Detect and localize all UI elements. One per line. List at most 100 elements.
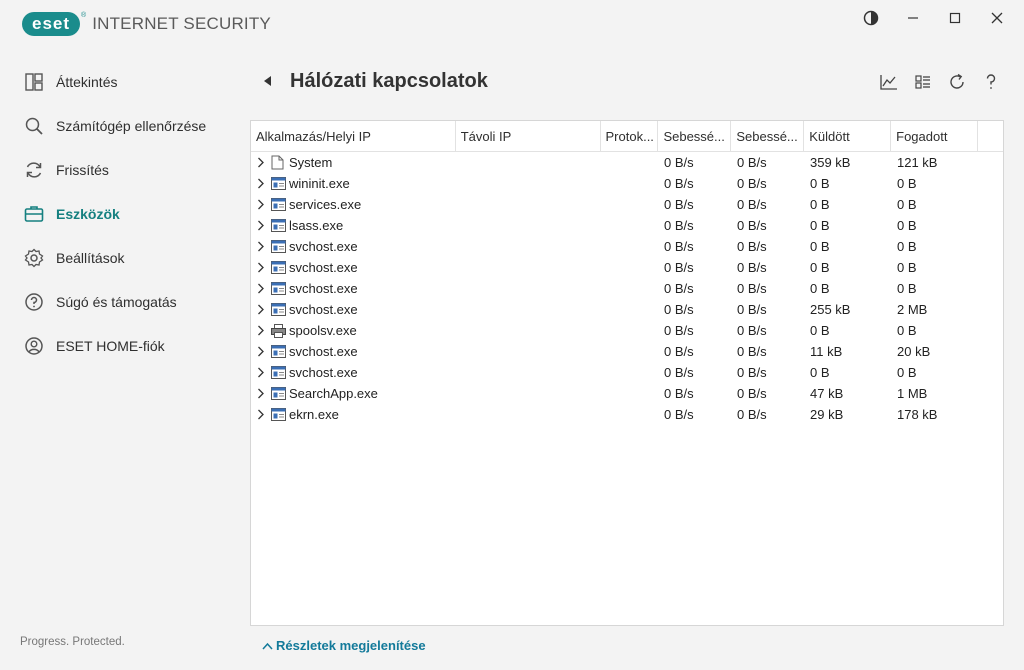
- cell-received: 0 B: [897, 281, 917, 296]
- sidebar-item-eset-home[interactable]: ESET HOME-fiók: [0, 324, 240, 368]
- cell-application: services.exe: [251, 197, 456, 212]
- cell-received: 2 MB: [897, 302, 928, 317]
- column-header-protocol[interactable]: Protok...: [601, 121, 659, 152]
- application-window-icon: [271, 177, 286, 191]
- table-row[interactable]: SearchApp.exe 0 B/s 0 B/s 47 kB 1 MB: [251, 383, 1003, 404]
- sidebar-item-settings[interactable]: Beállítások: [0, 236, 240, 280]
- close-button[interactable]: [976, 6, 1018, 30]
- table-row[interactable]: svchost.exe 0 B/s 0 B/s 0 B 0 B: [251, 257, 1003, 278]
- application-window-icon: [271, 408, 286, 422]
- cell-speed-out: 0 B/s: [737, 302, 767, 317]
- table-row[interactable]: svchost.exe 0 B/s 0 B/s 11 kB 20 kB: [251, 341, 1003, 362]
- table-row[interactable]: svchost.exe 0 B/s 0 B/s 255 kB 2 MB: [251, 299, 1003, 320]
- contrast-icon: [863, 10, 879, 26]
- application-window-icon: [271, 240, 286, 254]
- chevron-right-icon[interactable]: [257, 220, 267, 232]
- eset-logo: eset ® INTERNET SECURITY: [22, 12, 271, 36]
- chevron-right-icon[interactable]: [257, 325, 267, 337]
- connections-table: Alkalmazás/Helyi IP Távoli IP Protok... …: [250, 120, 1004, 626]
- chevron-right-icon[interactable]: [257, 304, 267, 316]
- cell-application: svchost.exe: [251, 281, 456, 296]
- table-row[interactable]: svchost.exe 0 B/s 0 B/s 0 B 0 B: [251, 278, 1003, 299]
- help-button[interactable]: [974, 70, 1008, 94]
- cell-sent: 0 B: [810, 218, 830, 233]
- column-header-speed-out[interactable]: Sebessé...: [731, 121, 805, 152]
- cell-speed-in: 0 B/s: [664, 218, 694, 233]
- help-icon: [24, 292, 44, 312]
- chevron-right-icon[interactable]: [257, 241, 267, 253]
- sidebar-item-label: Frissítés: [56, 162, 109, 178]
- table-row[interactable]: services.exe 0 B/s 0 B/s 0 B 0 B: [251, 194, 1003, 215]
- chevron-right-icon[interactable]: [257, 367, 267, 379]
- cell-speed-out: 0 B/s: [737, 218, 767, 233]
- sidebar-item-tools[interactable]: Eszközök: [0, 192, 240, 236]
- theme-toggle-button[interactable]: [850, 6, 892, 30]
- cell-application: svchost.exe: [251, 239, 456, 254]
- cell-sent: 0 B: [810, 260, 830, 275]
- refresh-button[interactable]: [940, 70, 974, 94]
- table-row[interactable]: ekrn.exe 0 B/s 0 B/s 29 kB 178 kB: [251, 404, 1003, 425]
- back-button[interactable]: [262, 72, 276, 90]
- sidebar-item-label: Beállítások: [56, 250, 125, 266]
- chevron-right-icon[interactable]: [257, 199, 267, 211]
- column-header-remote-ip[interactable]: Távoli IP: [456, 121, 601, 152]
- chevron-right-icon[interactable]: [257, 157, 267, 169]
- process-name: ekrn.exe: [289, 407, 339, 422]
- cell-received: 0 B: [897, 197, 917, 212]
- process-name: svchost.exe: [289, 344, 358, 359]
- cell-application: ekrn.exe: [251, 407, 456, 422]
- column-header-speed-in[interactable]: Sebessé...: [658, 121, 732, 152]
- chevron-right-icon[interactable]: [257, 388, 267, 400]
- process-name: SearchApp.exe: [289, 386, 378, 401]
- view-toggle-button[interactable]: [906, 70, 940, 94]
- process-name: spoolsv.exe: [289, 323, 357, 338]
- maximize-button[interactable]: [934, 6, 976, 30]
- minimize-button[interactable]: [892, 6, 934, 30]
- sidebar-item-label: Áttekintés: [56, 74, 118, 90]
- cell-received: 178 kB: [897, 407, 938, 422]
- gear-icon: [24, 248, 44, 268]
- sidebar-item-help[interactable]: Súgó és támogatás: [0, 280, 240, 324]
- window-controls: [850, 6, 1018, 30]
- table-row[interactable]: spoolsv.exe 0 B/s 0 B/s 0 B 0 B: [251, 320, 1003, 341]
- cell-speed-out: 0 B/s: [737, 344, 767, 359]
- question-icon: [986, 74, 996, 89]
- cell-sent: 0 B: [810, 323, 830, 338]
- sidebar-item-label: Eszközök: [56, 206, 120, 222]
- file-icon: [271, 155, 286, 170]
- sidebar-item-update[interactable]: Frissítés: [0, 148, 240, 192]
- chevron-right-icon[interactable]: [257, 346, 267, 358]
- cell-application: System: [251, 155, 456, 170]
- table-row[interactable]: lsass.exe 0 B/s 0 B/s 0 B 0 B: [251, 215, 1003, 236]
- cell-sent: 0 B: [810, 365, 830, 380]
- chevron-right-icon[interactable]: [257, 262, 267, 274]
- application-window-icon: [271, 345, 286, 359]
- sidebar-item-overview[interactable]: Áttekintés: [0, 60, 240, 104]
- cell-speed-out: 0 B/s: [737, 197, 767, 212]
- table-row[interactable]: System 0 B/s 0 B/s 359 kB 121 kB: [251, 152, 1003, 173]
- graph-button[interactable]: [872, 70, 906, 94]
- show-details-link[interactable]: Részletek megjelenítése: [262, 638, 426, 653]
- chevron-right-icon[interactable]: [257, 178, 267, 190]
- process-name: System: [289, 155, 333, 170]
- column-header-application[interactable]: Alkalmazás/Helyi IP: [251, 121, 456, 152]
- account-icon: [24, 336, 44, 356]
- column-header-sent[interactable]: Küldött: [804, 121, 892, 152]
- chevron-right-icon[interactable]: [257, 283, 267, 295]
- chevron-right-icon[interactable]: [257, 409, 267, 421]
- cell-sent: 11 kB: [810, 344, 843, 359]
- cell-sent: 0 B: [810, 239, 830, 254]
- cell-received: 0 B: [897, 365, 917, 380]
- process-name: svchost.exe: [289, 260, 358, 275]
- cell-sent: 0 B: [810, 176, 830, 191]
- table-row[interactable]: svchost.exe 0 B/s 0 B/s 0 B 0 B: [251, 362, 1003, 383]
- minimize-icon: [908, 17, 918, 19]
- sidebar-item-scan[interactable]: Számítógép ellenőrzése: [0, 104, 240, 148]
- refresh-icon: [24, 160, 44, 180]
- sidebar-item-label: ESET HOME-fiók: [56, 338, 165, 354]
- table-row[interactable]: svchost.exe 0 B/s 0 B/s 0 B 0 B: [251, 236, 1003, 257]
- list-view-icon: [915, 75, 930, 89]
- table-row[interactable]: wininit.exe 0 B/s 0 B/s 0 B 0 B: [251, 173, 1003, 194]
- column-header-received[interactable]: Fogadott: [891, 121, 979, 152]
- sidebar-item-label: Számítógép ellenőrzése: [56, 118, 207, 134]
